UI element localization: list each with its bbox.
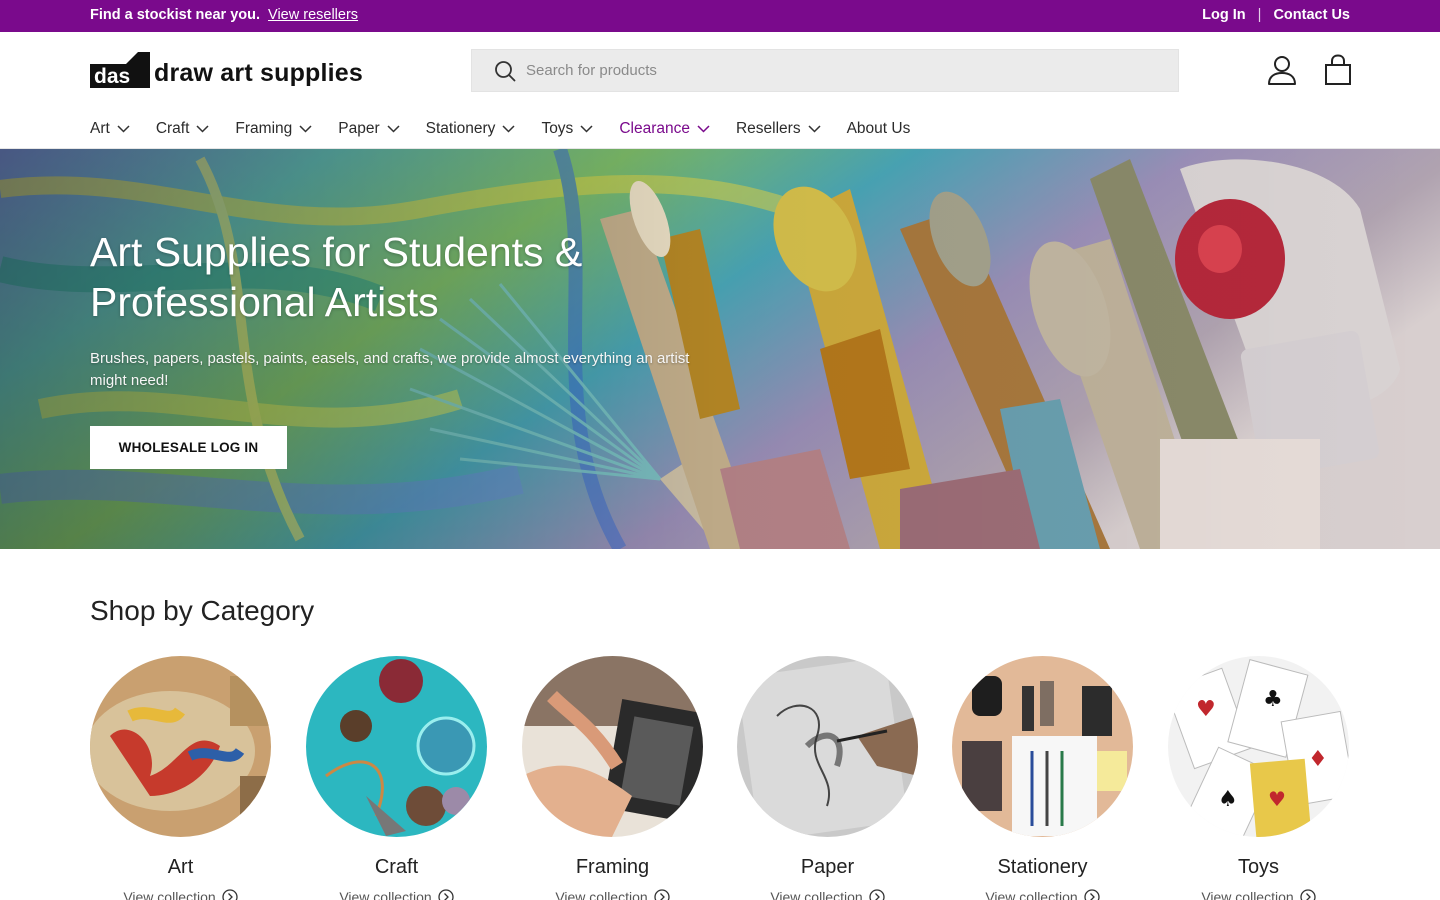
nav-label: Clearance [619,120,690,137]
utility-separator: | [1257,7,1262,23]
category-image-framing[interactable] [522,656,703,837]
hero-subtitle: Brushes, papers, pastels, paints, easels… [90,350,690,389]
arrow-circle-icon [1084,889,1100,900]
category-image-art[interactable] [90,656,271,837]
view-collection-link[interactable]: View collection [123,889,238,900]
login-link[interactable]: Log In [1202,7,1246,23]
view-collection-link[interactable]: View collection [339,889,454,900]
main-nav: Art Craft Framing Paper Stationery Toys … [90,118,936,140]
category-name: Toys [1237,856,1280,878]
search-icon[interactable] [494,60,516,82]
view-collection-link[interactable]: View collection [555,889,670,900]
nav-item-resellers[interactable]: Resellers [736,120,821,138]
category-image-paper[interactable] [737,656,918,837]
section-title: Shop by Category [90,595,315,626]
nav-label: Craft [155,120,190,137]
category-name: Paper [800,856,855,878]
chevron-down-icon [502,125,515,133]
nav-item-paper[interactable]: Paper [338,120,400,138]
chevron-down-icon [299,125,312,133]
site-logo[interactable]: das draw art supplies [90,52,363,88]
view-collection-label: View collection [1201,889,1294,900]
nav-label: Paper [338,120,380,137]
view-resellers-link[interactable]: View resellers [268,7,358,23]
category-card-toys[interactable]: ♥ ♣ ♦ ♠ ♥ Toys View collection [1168,656,1349,900]
arrow-circle-icon [438,889,454,900]
category-card-framing[interactable]: Framing View collection [522,656,703,900]
category-name: Craft [374,856,419,878]
nav-label: Stationery [425,120,496,137]
chevron-down-icon [196,125,209,133]
category-card-paper[interactable]: Paper View collection [737,656,918,900]
hero-title: Art Supplies for Students & Professional… [90,229,583,325]
arrow-circle-icon [869,889,885,900]
view-collection-label: View collection [555,889,648,900]
logo-wordmark: draw art supplies [154,58,364,87]
search-bar[interactable] [471,49,1179,92]
cart-icon[interactable] [1322,54,1354,86]
nav-label: Art [90,120,110,137]
view-collection-label: View collection [339,889,432,900]
nav-item-framing[interactable]: Framing [235,120,312,138]
chevron-down-icon [580,125,593,133]
svg-text:♥: ♥ [1196,697,1216,722]
svg-text:♠: ♠ [1218,787,1238,812]
category-image-toys[interactable]: ♥ ♣ ♦ ♠ ♥ [1168,656,1349,837]
utility-links: Log In | Contact Us [1202,7,1350,23]
wholesale-login-button[interactable]: WHOLESALE LOG IN [90,426,287,469]
chevron-down-icon [117,125,130,133]
svg-text:♥: ♥ [1268,787,1286,811]
stockist-message: Find a stockist near you. View resellers [90,7,358,23]
nav-label: About Us [846,120,911,137]
nav-item-craft[interactable]: Craft [156,120,210,138]
arrow-circle-icon [1300,889,1316,900]
view-collection-link[interactable]: View collection [1201,889,1316,900]
category-card-craft[interactable]: Craft View collection [306,656,487,900]
nav-label: Resellers [735,120,801,137]
nav-item-clearance[interactable]: Clearance [619,120,710,138]
category-image-stationery[interactable] [952,656,1133,837]
nav-item-toys[interactable]: Toys [541,120,593,138]
nav-item-art[interactable]: Art [90,120,130,138]
search-input[interactable] [526,62,1126,79]
svg-text:♣: ♣ [1263,687,1283,712]
view-collection-label: View collection [770,889,863,900]
account-icon[interactable] [1266,54,1298,86]
arrow-circle-icon [654,889,670,900]
category-card-art[interactable]: Art View collection [90,656,271,900]
announcement-bar: Find a stockist near you. View resellers… [0,0,1440,32]
nav-label: Toys [541,120,574,137]
nav-label: Framing [235,120,293,137]
view-collection-label: View collection [985,889,1078,900]
arrow-circle-icon [222,889,238,900]
chevron-down-icon [808,125,821,133]
category-card-stationery[interactable]: Stationery View collection [952,656,1133,900]
stockist-text: Find a stockist near you. [90,7,261,23]
chevron-down-icon [387,125,400,133]
hero-banner: Art Supplies for Students & Professional… [0,149,1440,549]
category-name: Framing [575,856,650,878]
chevron-down-icon [697,125,710,133]
category-name: Stationery [997,856,1088,878]
view-collection-label: View collection [123,889,216,900]
view-collection-link[interactable]: View collection [770,889,885,900]
das-logo-mark: das [90,52,150,88]
contact-link[interactable]: Contact Us [1273,7,1350,23]
nav-item-about-us[interactable]: About Us [847,120,911,138]
logo-mark-text: das [94,65,130,88]
svg-text:♦: ♦ [1308,747,1328,772]
view-collection-link[interactable]: View collection [985,889,1100,900]
category-name: Art [167,856,194,878]
category-image-craft[interactable] [306,656,487,837]
nav-item-stationery[interactable]: Stationery [426,120,516,138]
